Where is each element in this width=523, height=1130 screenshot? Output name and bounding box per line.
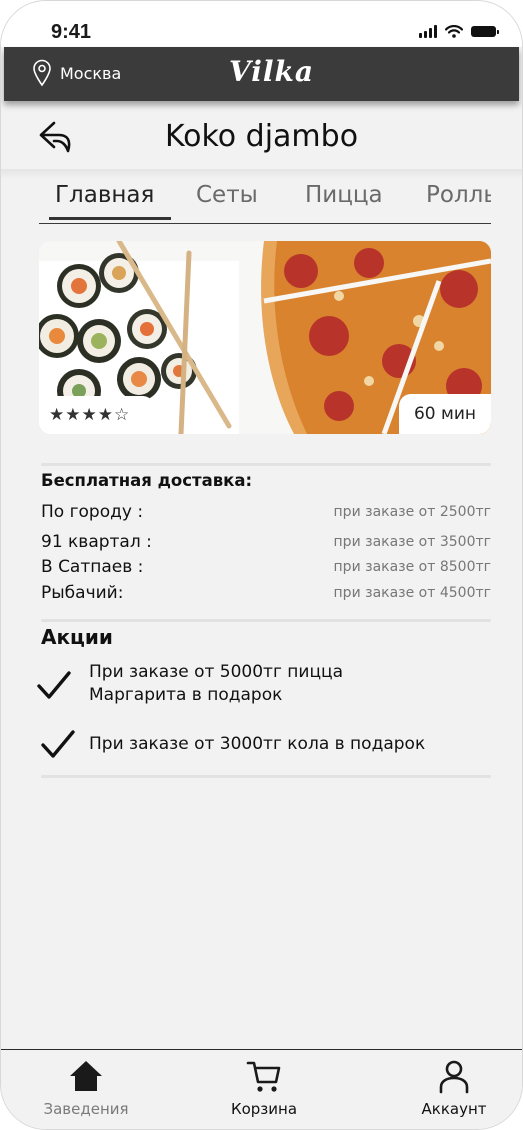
checkmark-icon (41, 730, 75, 758)
cart-icon (246, 1061, 281, 1092)
delivery-zone-row: Рыбачий: при заказе от 4500тг (41, 583, 491, 609)
bottom-navigation: Заведения Корзина Аккаунт (1, 1049, 522, 1129)
nav-label: Корзина (230, 1100, 298, 1118)
user-icon (439, 1060, 469, 1094)
category-tabs: Главная Сеты Пицца Роллы (39, 177, 491, 224)
delivery-time-badge: 60 мин (399, 394, 491, 434)
nav-account[interactable]: Аккаунт (389, 1058, 519, 1118)
delivery-zone-row: В Сатпаев : при заказе от 8500тг (41, 557, 491, 583)
zone-condition: при заказе от 3500тг (333, 534, 491, 550)
app-header: Москва Vilka (4, 47, 519, 101)
status-bar: 9:41 (1, 1, 522, 47)
zone-name: Рыбачий: (41, 583, 124, 603)
tab-sets[interactable]: Сеты (196, 177, 258, 221)
battery-icon (471, 26, 499, 37)
wifi-icon (445, 25, 463, 38)
zone-name: 91 квартал : (41, 532, 152, 552)
active-tab-indicator (49, 217, 171, 220)
zone-name: По городу : (41, 502, 144, 522)
promotion-line: При заказе от 5000тг пицца (89, 662, 344, 682)
signal-icon (419, 25, 437, 38)
section-divider (41, 619, 491, 622)
nav-label: Заведения (43, 1100, 129, 1118)
free-delivery-title: Бесплатная доставка: (41, 471, 253, 490)
home-icon (70, 1061, 102, 1091)
status-time: 9:41 (51, 21, 92, 43)
promotion-text: При заказе от 5000тг пицца Маргарита в п… (89, 661, 343, 707)
app-logo: Vilka (229, 55, 315, 88)
zone-condition: при заказе от 4500тг (333, 585, 491, 601)
promotion-line: Маргарита в подарок (89, 685, 283, 705)
phone-screen: 9:41 Москва Vilka Koko djambo Главная Се… (0, 0, 523, 1130)
rating-stars: ★★★★☆ (39, 396, 153, 434)
page-title: Koko djambo (164, 119, 359, 154)
section-divider (41, 463, 491, 466)
zone-condition: при заказе от 8500тг (333, 559, 491, 575)
promotions-title: Акции (41, 625, 113, 649)
status-icons (419, 25, 499, 38)
zone-condition: при заказе от 2500тг (333, 504, 491, 520)
tab-main[interactable]: Главная (55, 177, 154, 221)
zone-name: В Сатпаев : (41, 557, 144, 577)
tab-rolls[interactable]: Роллы (426, 177, 491, 221)
restaurant-hero-image: ★★★★☆ 60 мин (39, 241, 491, 434)
nav-cart[interactable]: Корзина (199, 1058, 329, 1118)
tab-pizza[interactable]: Пицца (305, 177, 383, 221)
delivery-zone-row: 91 квартал : при заказе от 3500тг (41, 532, 491, 558)
promotion-text: При заказе от 3000тг кола в подарок (89, 733, 425, 756)
city-label: Москва (60, 63, 122, 83)
promotion-line: При заказе от 3000тг кола в подарок (89, 734, 426, 754)
title-row: Koko djambo (1, 111, 522, 167)
section-divider (41, 775, 491, 778)
delivery-zone-row: По городу : при заказе от 2500тг (41, 502, 491, 528)
location-selector[interactable]: Москва (32, 59, 121, 87)
nav-label: Аккаунт (421, 1100, 487, 1118)
nav-venues[interactable]: Заведения (21, 1058, 151, 1118)
checkmark-icon (37, 671, 71, 699)
map-pin-icon (33, 59, 51, 87)
